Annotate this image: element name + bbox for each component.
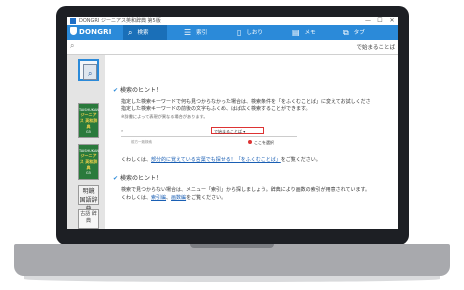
sidebar-item-search-all[interactable]: ⌕ bbox=[78, 59, 99, 81]
search-bar[interactable]: ⌕ で始まることば bbox=[67, 40, 398, 55]
hint1-line1: 指定した検索キーワードで何も見つからなかった場合は、検索条件を「をふくむことば」… bbox=[121, 99, 371, 105]
sidebar-item-kogo[interactable]: 古語 辞典 bbox=[78, 209, 99, 229]
window-title: DONGRI ジーニアス英和辞典 第5版 bbox=[79, 18, 161, 24]
example-callout: ここを選択 bbox=[248, 140, 274, 146]
laptop-base bbox=[14, 244, 450, 276]
pointer-dot-icon bbox=[248, 140, 252, 144]
app-icon bbox=[70, 18, 76, 24]
title-bar: DONGRI ジーニアス英和辞典 第5版 — ☐ ✕ bbox=[67, 17, 398, 25]
search-icon: ⌕ bbox=[70, 41, 75, 50]
sidebar-item-meikyo[interactable]: 明鏡 国語辞典 bbox=[78, 185, 99, 213]
laptop-hinge-notch bbox=[190, 244, 274, 248]
hint2-more: くわしくは、索引編、画数編をご覧ください。 bbox=[121, 195, 227, 201]
book-title: ジーニアス 英和辞典 bbox=[79, 153, 98, 170]
tab-tab[interactable]: ⧉ タブ bbox=[343, 25, 365, 40]
check-icon: ✔ bbox=[113, 175, 119, 182]
book-edition: G5 bbox=[86, 171, 91, 175]
list-icon: ☰ bbox=[184, 28, 192, 37]
example-mode-select: で始まることば ▾ bbox=[211, 127, 264, 134]
hint1-note: ※辞書によって表現が異なる場合があります。 bbox=[121, 114, 208, 119]
book-title: 古語 辞典 bbox=[80, 211, 97, 224]
hint1-line2: 指定した検索キーワードの前後の文字もふくめ、はば広く検索することができます。 bbox=[121, 106, 311, 112]
main-toolbar: DONGRI ⌕ 検索 ☰ 索引 ▯ しおり ▤ メモ ⧉ タブ bbox=[67, 25, 398, 40]
hint2-line1: 検索で見つからない場合は、メニュー「索引」から探しましょう。辞典により画数の索引… bbox=[121, 187, 370, 193]
search-icon: ⌕ bbox=[121, 128, 124, 133]
book-edition: G5 bbox=[86, 130, 91, 134]
hint-content: ✔ 検索のヒント！ 指定した検索キーワードで何も見つからなかった場合は、検索条件を… bbox=[105, 55, 398, 229]
hint-heading-2: ✔ 検索のヒント！ bbox=[113, 175, 163, 182]
search-mode-dropdown[interactable]: で始まることば bbox=[356, 43, 395, 51]
search-icon: ⌕ bbox=[128, 28, 133, 37]
hint1-more: くわしくは、部分的に覚えている言葉でも探せる！「をふくむことば」をご覧ください。 bbox=[121, 157, 321, 163]
book-title: ジーニアス 英和辞典 bbox=[79, 112, 98, 129]
hint-heading-1: ✔ 検索のヒント！ bbox=[113, 87, 163, 94]
laptop-shadow bbox=[24, 276, 440, 282]
sidebar-item-genius-2[interactable]: TAISHUKAN ジーニアス 英和辞典 G5 bbox=[78, 144, 99, 180]
maximize-button[interactable]: ☐ bbox=[374, 17, 386, 25]
close-button[interactable]: ✕ bbox=[386, 17, 398, 25]
tab-bookmark[interactable]: ▯ しおり bbox=[237, 25, 263, 40]
app-window: DONGRI ジーニアス英和辞典 第5版 — ☐ ✕ DONGRI ⌕ 検索 ☰ 索… bbox=[67, 17, 398, 229]
index-guide-link[interactable]: 索引編 bbox=[151, 195, 166, 201]
dictionary-sidebar: ⌕ TAISHUKAN ジーニアス 英和辞典 G5 TAISHUKAN ジーニア… bbox=[67, 55, 105, 229]
tab-index[interactable]: ☰ 索引 bbox=[184, 25, 207, 40]
dongri-logo: DONGRI bbox=[70, 27, 112, 38]
tab-icon: ⧉ bbox=[343, 28, 349, 37]
example-search-input: ⌕ bbox=[121, 128, 297, 137]
minimize-button[interactable]: — bbox=[362, 17, 374, 25]
shield-logo-icon bbox=[70, 27, 77, 35]
memo-icon: ▤ bbox=[292, 28, 300, 37]
magnifier-icon: ⌕ bbox=[88, 69, 93, 78]
example-caption: 前方一致検索 bbox=[131, 140, 152, 144]
tab-memo[interactable]: ▤ メモ bbox=[292, 25, 316, 40]
check-icon: ✔ bbox=[113, 87, 119, 94]
stroke-count-guide-link[interactable]: 画数編 bbox=[171, 195, 186, 201]
sidebar-item-genius-1[interactable]: TAISHUKAN ジーニアス 英和辞典 G5 bbox=[78, 103, 99, 138]
partial-match-link[interactable]: 部分的に覚えている言葉でも探せる！「をふくむことば」 bbox=[151, 157, 281, 163]
bookmark-icon: ▯ bbox=[237, 28, 242, 37]
tab-search[interactable]: ⌕ 検索 bbox=[123, 25, 167, 40]
